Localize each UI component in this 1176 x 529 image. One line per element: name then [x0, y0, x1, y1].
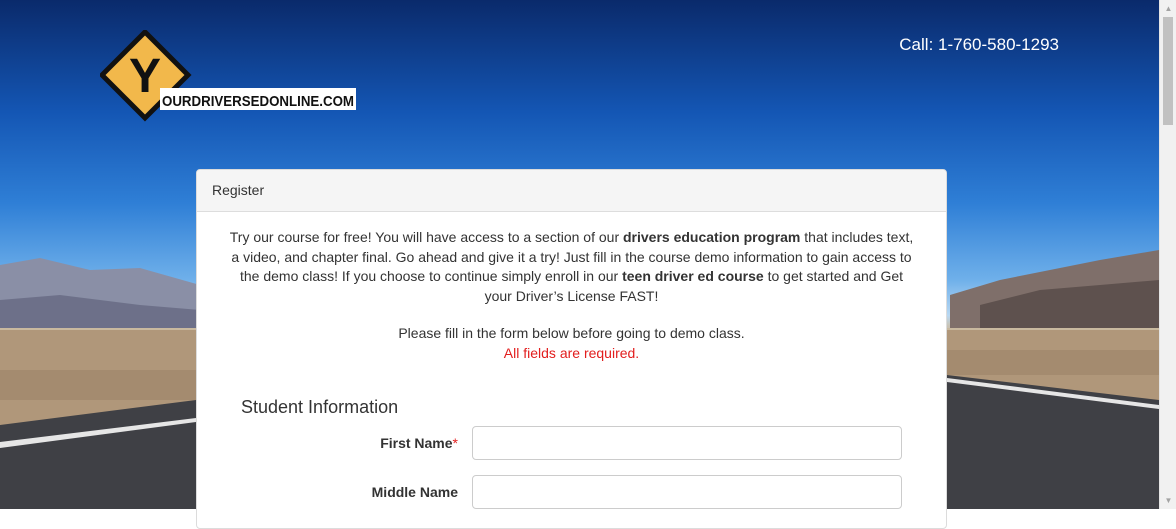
phone-number[interactable]: Call: 1-760-580-1293 [899, 35, 1059, 55]
first-name-label: First Name* [380, 435, 458, 451]
teen-driver-ed-course-link: teen driver ed course [622, 268, 764, 284]
required-star: * [452, 435, 458, 451]
panel-title: Register [197, 170, 946, 212]
first-name-row: First Name* [197, 426, 948, 460]
scroll-up-arrow-icon[interactable]: ▲ [1160, 0, 1176, 17]
logo-graphic: Y OURDRIVERSEDONLINE.COM [98, 28, 356, 122]
site-logo[interactable]: Y OURDRIVERSEDONLINE.COM [98, 28, 360, 125]
register-panel: Register Try our course for free! You wi… [196, 169, 947, 529]
middle-name-row: Middle Name [197, 475, 948, 509]
middle-name-field[interactable] [472, 475, 902, 509]
scroll-down-arrow-icon[interactable]: ▼ [1160, 492, 1176, 509]
middle-name-label: Middle Name [371, 484, 458, 500]
scroll-thumb[interactable] [1163, 17, 1173, 125]
vertical-scrollbar[interactable]: ▲ ▼ [1159, 0, 1176, 509]
svg-text:OURDRIVERSEDONLINE.COM: OURDRIVERSEDONLINE.COM [162, 93, 354, 110]
form-notice: Please fill in the form below before goi… [398, 325, 745, 341]
section-title: Student Information [241, 397, 399, 417]
required-note: All fields are required. [503, 345, 640, 361]
svg-text:Y: Y [129, 50, 161, 103]
drivers-education-program-link: drivers education program [623, 229, 801, 245]
intro-text: Try our course for free! You will have a… [229, 229, 914, 304]
first-name-field[interactable] [472, 426, 902, 460]
